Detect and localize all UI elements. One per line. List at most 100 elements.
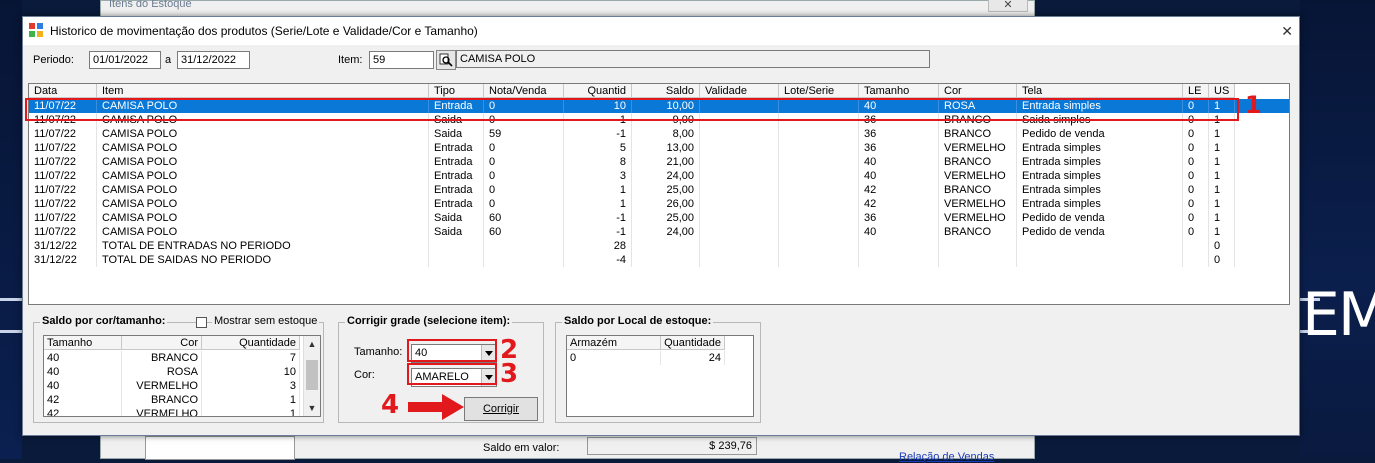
grid-cell: Armazém <box>567 336 661 350</box>
table-row[interactable]: 31/12/22 TOTAL DE SAIDAS NO PERIODO -4 0 <box>29 253 1289 267</box>
grid-cell: 0 <box>1209 253 1235 267</box>
scroll-down-icon[interactable]: ▼ <box>304 400 320 416</box>
grid-cell <box>779 169 859 183</box>
grid-cell: 60 <box>484 211 564 225</box>
grid-cell: -1 <box>564 225 632 239</box>
grid-cell: 36 <box>859 127 939 141</box>
table-row[interactable]: 11/07/22 CAMISA POLO Saida 60 -1 24,00 40 BRANC… <box>29 225 1289 239</box>
table-row[interactable]: 11/07/22 CAMISA POLO Saida 59 -1 8,00 36 BRANCO… <box>29 127 1289 141</box>
table-row[interactable]: 0 24 <box>567 351 753 365</box>
saldo-cor-group: Saldo por cor/tamanho: Mostrar sem estoq… <box>33 315 324 423</box>
grid-cell: 1 <box>1209 141 1235 155</box>
grid-cell: 0 <box>1183 155 1209 169</box>
saldo-cor-grid[interactable]: Tamanho Cor Quantidade 40 BRANCO 7 40 ROSA 10 40 V… <box>43 335 321 417</box>
corrigir-button[interactable]: Corrigir <box>464 397 538 421</box>
grid-cell: Saldo <box>632 84 700 98</box>
grid-cell: 0 <box>484 169 564 183</box>
grid-cell: 8 <box>564 155 632 169</box>
table-row[interactable]: 11/07/22 CAMISA POLO Entrada 0 8 21,00 40 BRANC… <box>29 155 1289 169</box>
table-row[interactable]: 42 BRANCO 1 <box>44 393 320 407</box>
saldo-cor-title: Saldo por cor/tamanho: <box>40 315 168 327</box>
grid-cell: Entrada <box>429 155 484 169</box>
grid-cell: -1 <box>564 127 632 141</box>
grid-cell <box>632 239 700 253</box>
grid-cell: 24,00 <box>632 225 700 239</box>
table-row[interactable]: 11/07/22 CAMISA POLO Saida 60 -1 25,00 36 VERME… <box>29 211 1289 225</box>
grid-header[interactable]: Armazém Quantidade <box>567 336 753 350</box>
grid-cell: Data <box>29 84 97 98</box>
grid-cell <box>779 183 859 197</box>
grid-cell: Quantidade <box>661 336 725 350</box>
grid-cell: 24,00 <box>632 169 700 183</box>
grid-cell: TOTAL DE ENTRADAS NO PERIODO <box>97 239 429 253</box>
annotation-box-1 <box>25 98 1239 121</box>
background-window-title: Itens do Estoque <box>109 0 192 10</box>
grid-cell: 3 <box>202 379 300 393</box>
item-code-input[interactable]: 59 <box>369 51 434 69</box>
table-row[interactable]: 42 VERMELHO 1 <box>44 407 320 416</box>
table-row[interactable]: 11/07/22 CAMISA POLO Entrada 0 3 24,00 40 VERME… <box>29 169 1289 183</box>
date-from-input[interactable]: 01/01/2022 <box>89 51 161 69</box>
grid-cell <box>1017 253 1183 267</box>
grid-cell <box>939 253 1017 267</box>
grid-cell <box>429 239 484 253</box>
grid-cell: 11/07/22 <box>29 155 97 169</box>
close-icon[interactable]: ✕ <box>1281 23 1293 40</box>
saldo-local-title: Saldo por Local de estoque: <box>562 315 714 327</box>
table-row[interactable]: 11/07/22 CAMISA POLO Entrada 0 5 13,00 36 VERME… <box>29 141 1289 155</box>
annotation-number-1: 1 <box>1245 91 1262 119</box>
relacao-vendas-link[interactable]: Relação de Vendas <box>899 451 994 463</box>
table-row[interactable]: 40 VERMELHO 3 <box>44 379 320 393</box>
table-row[interactable]: 11/07/22 CAMISA POLO Entrada 0 1 26,00 42 VERME… <box>29 197 1289 211</box>
annotation-number-4: 4 <box>381 390 400 420</box>
grid-cell: Saida <box>429 127 484 141</box>
grid-cell <box>700 183 779 197</box>
grid-header[interactable]: Data Item Tipo Nota/Venda Quantid Saldo Valida… <box>29 84 1289 98</box>
grid-cell: Entrada <box>429 141 484 155</box>
grid-cell <box>779 127 859 141</box>
grid-cell: VERMELHO <box>939 141 1017 155</box>
grid-cell: VERMELHO <box>122 379 202 393</box>
grid-cell: BRANCO <box>939 225 1017 239</box>
saldo-cor-scrollbar[interactable]: ▲ ▼ <box>303 336 320 416</box>
grid-cell <box>779 211 859 225</box>
grid-cell: 11/07/22 <box>29 169 97 183</box>
a-label: a <box>165 54 172 66</box>
grid-cell: 26,00 <box>632 197 700 211</box>
corrigir-title: Corrigir grade (selecione item): <box>345 315 513 327</box>
saldo-local-group: Saldo por Local de estoque: Armazém Quant… <box>555 315 761 423</box>
grid-cell: CAMISA POLO <box>97 127 429 141</box>
grid-cell: BRANCO <box>122 393 202 407</box>
grid-cell: 0 <box>1183 141 1209 155</box>
grid-cell <box>1017 239 1183 253</box>
table-row[interactable]: 40 BRANCO 7 <box>44 351 320 365</box>
desktop-brand-text: EM <box>1302 280 1375 350</box>
grid-cell: Entrada <box>429 169 484 183</box>
table-row[interactable]: 40 ROSA 10 <box>44 365 320 379</box>
tamanho-label: Tamanho: <box>354 346 403 358</box>
background-close-button[interactable]: ✕ <box>988 0 1028 12</box>
saldo-valor-field: $ 239,76 <box>587 437 757 455</box>
scroll-thumb[interactable] <box>306 360 318 390</box>
table-row[interactable]: 11/07/22 CAMISA POLO Entrada 0 1 25,00 42 BRANC… <box>29 183 1289 197</box>
title-bar: Historico de movimentação dos produtos (… <box>23 17 1299 45</box>
grid-header[interactable]: Tamanho Cor Quantidade <box>44 336 320 350</box>
corrigir-button-label: Corrigir <box>482 403 520 415</box>
grid-cell: 42 <box>44 393 122 407</box>
grid-cell: Tipo <box>429 84 484 98</box>
grid-cell <box>700 169 779 183</box>
scroll-up-icon[interactable]: ▲ <box>304 336 320 352</box>
date-to-input[interactable]: 31/12/2022 <box>177 51 250 69</box>
cor-label: Cor: <box>354 369 375 381</box>
grid-cell: CAMISA POLO <box>97 225 429 239</box>
grid-cell: 42 <box>859 197 939 211</box>
grid-cell <box>429 253 484 267</box>
item-search-button[interactable] <box>436 50 456 70</box>
table-row[interactable]: 31/12/22 TOTAL DE ENTRADAS NO PERIODO 28 0 <box>29 239 1289 253</box>
mostrar-sem-estoque-checkbox[interactable] <box>196 317 207 328</box>
grid-cell: -1 <box>564 211 632 225</box>
saldo-local-grid[interactable]: Armazém Quantidade 0 24 <box>566 335 754 417</box>
grid-cell: Validade <box>700 84 779 98</box>
grid-cell <box>779 253 859 267</box>
grid-cell: 1 <box>1209 197 1235 211</box>
